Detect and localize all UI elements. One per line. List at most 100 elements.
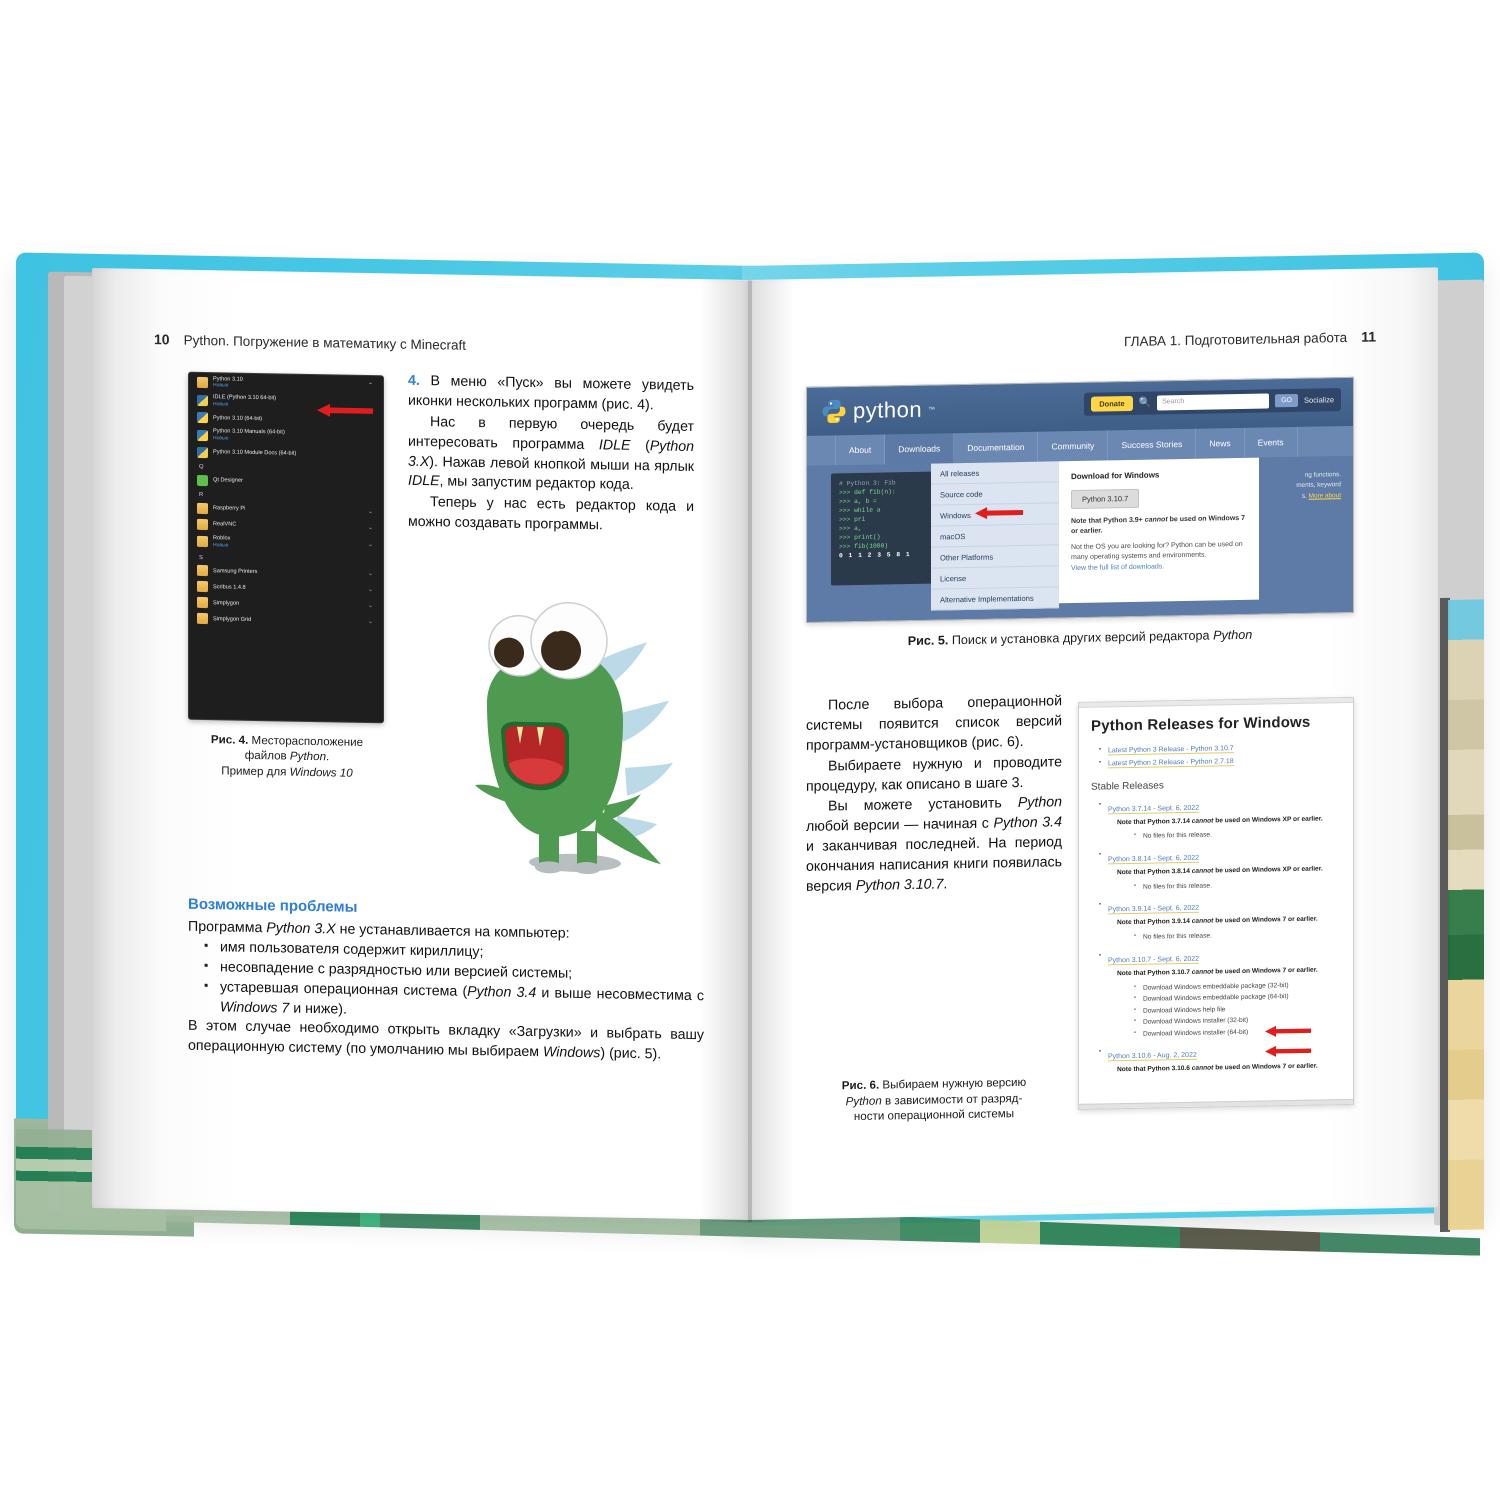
list-item: No files for this release. [1134,828,1341,843]
figure-4-caption-line1: Месторасположение [248,733,364,749]
chevron-down-icon: ⌄ [367,619,373,626]
download-for-windows-panel: Download for Windows Python 3.10.7 Note … [1059,457,1259,604]
problems-list: имя пользователя содержит кириллицу; нес… [204,938,704,1027]
python-logo-icon [821,398,847,424]
figure-6-python-releases-screenshot: Python Releases for Windows Latest Pytho… [1078,696,1354,1110]
donate-button[interactable]: Donate [1091,395,1133,412]
dropdown-item-license[interactable]: License [931,566,1059,590]
figure-4-caption-line3-pre: Пример для [221,763,290,779]
release-note: Note that Python 3.7.14 cannot be used o… [1117,814,1341,828]
nav-item-success-stories[interactable]: Success Stories [1108,428,1197,461]
p3-b: любой версии — начиная с [806,815,994,836]
nav-item-news[interactable]: News [1196,427,1245,459]
nav-item-documentation[interactable]: Documentation [954,431,1039,464]
nav-item-events[interactable]: Events [1244,426,1298,458]
chevron-down-icon: ⌄ [367,571,373,578]
p3-python-3107: Python 3.10.7 [855,876,944,894]
running-head-right: ГЛАВА 1. Подготовительная работа 11 [1124,328,1376,349]
dropdown-item-other-platforms[interactable]: Other Platforms [931,545,1059,569]
full-list-downloads-link[interactable]: View the full list of downloads. [1071,563,1164,572]
dropdown-item-source-code[interactable]: Source code [931,482,1059,506]
folder-icon [197,565,208,577]
nav-item-downloads[interactable]: Downloads [885,433,955,465]
annotation-arrow-icon [1265,1025,1311,1038]
release-files-list: No files for this release. [1134,928,1341,943]
book-photo-scene: 10 Python. Погружение в математику с Min… [0,0,1500,1500]
download-python-button[interactable]: Python 3.10.7 [1071,488,1140,510]
start-menu-item-label: Raspberry Pi [213,505,246,512]
release-entry: Python 3.7.14 - Sept. 6, 2022 Note that … [1099,794,1341,844]
trademark-symbol: ™ [928,406,936,414]
monster-mascot-illustration [447,592,697,887]
folder-icon [197,502,208,515]
note-a: Note that Python 3.8.14 [1117,867,1192,877]
list-item: No files for this release. [1134,878,1341,893]
start-menu-item: Simplygon Grid ⌄ [189,611,383,631]
search-input[interactable]: Search [1157,393,1270,411]
start-menu-item-label: Samsung Printers [213,567,258,575]
python-icon [197,412,208,424]
start-menu-item-sub: Новые [213,382,229,389]
release-version-link[interactable]: Python 3.8.14 - Sept. 6, 2022 [1108,854,1200,865]
python-manual-icon [197,429,208,441]
dropdown-item-all-releases[interactable]: All releases [931,461,1059,485]
start-menu-item-label: Qt Designer [213,477,243,484]
note-a: Note that Python 3.9.14 [1117,918,1192,927]
latest-python2-link[interactable]: Latest Python 2 Release - Python 2.7.18 [1108,758,1234,769]
figure-6-caption-l1: Выбираем нужную версию [879,1075,1027,1092]
dropdown-item-alternative-implementations[interactable]: Alternative Implementations [931,587,1059,611]
note-cannot: cannot [1191,867,1214,875]
annotation-arrow-icon [317,403,373,418]
figure-4-caption-line2-pre: файлов [244,749,290,763]
note-cannot: cannot [1191,968,1214,976]
figure-6-label: Рис. 6. [841,1078,880,1093]
chevron-down-icon: ⌄ [367,524,373,532]
latest-python3-link[interactable]: Latest Python 3 Release - Python 3.10.7 [1108,745,1234,756]
tail-windows: Windows [542,1044,601,1062]
python-logo: python ™ [821,397,935,425]
nav-item-community[interactable]: Community [1038,430,1109,462]
releases-title: Python Releases for Windows [1091,713,1311,735]
downloads-dropdown-menu: All releases Source code Windows macOS O… [931,461,1059,611]
note-b: be used on Windows XP or earlier. [1213,865,1323,875]
more-about-link[interactable]: More about [1309,492,1341,500]
bullet3-mid: и выше несовместима с [536,984,704,1004]
bullet3-pre: устаревшая операционная система ( [220,978,468,1000]
nav-item-about[interactable]: About [835,434,886,466]
figure-4-caption-line2-post: . [326,750,330,764]
annotation-arrow-icon [975,506,1023,520]
start-menu-item-label: Python 3.10 Module Docs (64-bit) [213,449,297,457]
header-controls: Donate 🔍 Search GO Socialize [1084,388,1341,416]
panel-note: Note that Python 3.9+ cannot be used on … [1071,514,1247,538]
figure-4-caption: Рис. 4. Месторасположение файлов Python.… [184,732,390,782]
figure-4-caption-line2-italic: Python [289,749,327,764]
p3-python: Python [1017,794,1062,812]
intro-python-version: Python 3.X [266,920,336,938]
possible-problems-section: Возможные проблемы Программа Python 3.X … [188,894,704,1067]
paragraph-versions: Вы можете установить Python любой версии… [806,794,1062,898]
dropdown-item-macos[interactable]: macOS [931,524,1059,548]
release-version-link[interactable]: Python 3.10.6 - Aug. 2, 2022 [1108,1052,1197,1062]
release-note: Note that Python 3.9.14 cannot be used o… [1117,915,1341,929]
release-version-link[interactable]: Python 3.7.14 - Sept. 6, 2022 [1108,804,1200,814]
python-docs-icon [197,446,208,459]
left-page: 10 Python. Погружение в математику с Min… [92,267,748,1221]
p3-a: Вы можете установить [828,795,1018,815]
start-menu-item-label: Roblox [213,535,231,542]
intro-b: не устанавливается на компьютер: [335,921,570,942]
running-head-title-left: Python. Погружение в математику с Minecr… [183,332,467,353]
python-site-header: python ™ Donate 🔍 Search GO Socialize [807,377,1353,436]
release-version-link[interactable]: Python 3.10.7 - Sept. 6, 2022 [1108,955,1200,966]
search-icon: 🔍 [1138,397,1152,409]
chevron-down-icon: ⌄ [367,542,373,549]
figure-4-start-menu-screenshot: Python 3.10 Новые ⌃ IDLE (Python 3.10 64… [188,371,384,724]
go-button[interactable]: GO [1275,393,1298,408]
socialize-link[interactable]: Socialize [1304,395,1334,405]
release-version-link[interactable]: Python 3.9.14 - Sept. 6, 2022 [1108,905,1200,915]
note-b: be used on Windows 7 or earlier. [1213,966,1318,976]
start-menu-item-label: RealVNC [213,521,237,528]
paragraph-os-selection: После выбора операционной системы появит… [806,693,1062,754]
figure-5-caption-italic: Python [1213,627,1253,643]
p3-python-34: Python 3.4 [993,814,1062,832]
note-cannot: cannot [1191,1064,1214,1073]
